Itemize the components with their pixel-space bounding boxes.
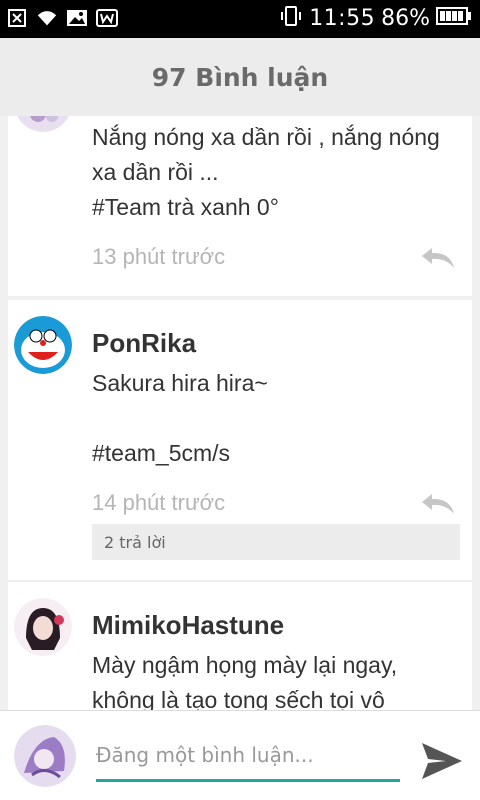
comment-time: 14 phút trước bbox=[92, 490, 226, 515]
comment-list[interactable]: Nắng nóng xa dần rồi , nắng nóng xa dần … bbox=[8, 116, 472, 710]
avatar[interactable] bbox=[14, 116, 72, 132]
page-title: 97 Bình luận bbox=[151, 62, 329, 92]
comment-text: Nắng nóng xa dần rồi , nắng nóng xa dần … bbox=[92, 124, 440, 220]
input-underline bbox=[96, 779, 400, 782]
comment-item[interactable]: PonRika Sakura hira hira~ #team_5cm/s 14… bbox=[8, 300, 472, 580]
comment-author[interactable]: PonRika bbox=[92, 328, 196, 359]
clock-time: 11:55 bbox=[309, 5, 376, 31]
replies-count: 2 trả lời bbox=[104, 532, 166, 552]
image-icon bbox=[66, 7, 88, 29]
comment-time: 13 phút trước bbox=[92, 244, 226, 269]
send-button[interactable] bbox=[420, 741, 464, 781]
reply-icon[interactable] bbox=[420, 492, 456, 516]
battery-icon bbox=[436, 6, 472, 30]
comment-item[interactable]: Nắng nóng xa dần rồi , nắng nóng xa dần … bbox=[8, 116, 472, 296]
comment-item[interactable]: MimikoHastune Mày ngậm họng mày lại ngay… bbox=[8, 582, 472, 710]
reply-icon[interactable] bbox=[420, 246, 456, 270]
comment-text: Mày ngậm họng mày lại ngay, không là tạo… bbox=[92, 652, 398, 710]
comment-composer bbox=[0, 710, 480, 800]
wifi-icon bbox=[36, 7, 58, 29]
replies-count-button[interactable]: 2 trả lời bbox=[92, 524, 460, 560]
comment-author[interactable]: MimikoHastune bbox=[92, 610, 284, 641]
comment-input[interactable] bbox=[96, 735, 398, 775]
w-app-icon bbox=[96, 7, 118, 29]
battery-percent: 86% bbox=[381, 5, 430, 31]
send-icon bbox=[422, 743, 462, 779]
avatar[interactable] bbox=[14, 598, 72, 656]
header: 97 Bình luận bbox=[0, 38, 480, 116]
vibrate-icon bbox=[279, 4, 303, 32]
current-user-avatar[interactable] bbox=[14, 725, 76, 787]
comment-text: Sakura hira hira~ #team_5cm/s bbox=[92, 370, 268, 466]
close-box-icon bbox=[6, 7, 28, 29]
avatar[interactable] bbox=[14, 316, 72, 374]
status-bar: 11:55 86% bbox=[0, 0, 480, 38]
